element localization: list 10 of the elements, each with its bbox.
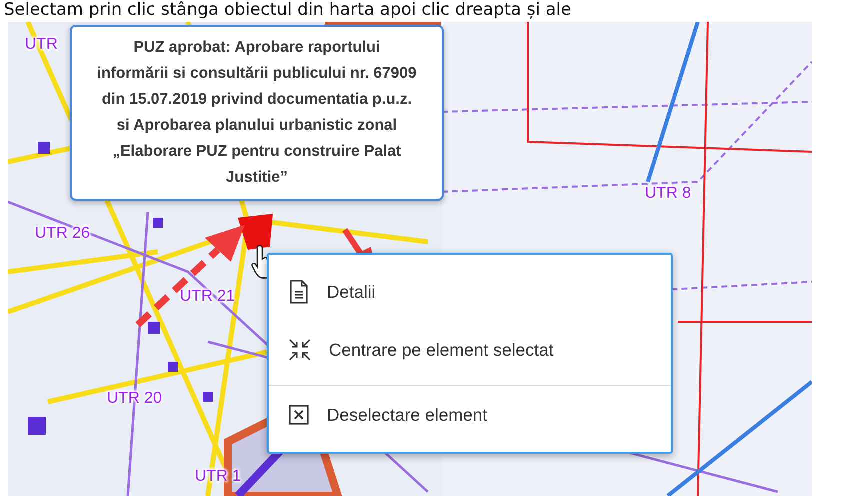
menu-item[interactable]: Deselectare element (269, 385, 671, 444)
close-icon (289, 405, 309, 425)
map-label: UTR 21 (180, 288, 236, 306)
center-icon (289, 339, 311, 361)
instruction-text: Selectam prin clic stânga obiectul din harta apoi clic dreapta și ale (3, 0, 572, 22)
map-label: UTR 8 (645, 185, 692, 203)
document-icon (289, 280, 309, 304)
menu-item[interactable]: Centrare pe element selectat (269, 321, 671, 379)
feature-tooltip: PUZ aprobat: Aprobare raportului informării si consultării publicului nr. 67909 din 15.07.2019 privind documentatia p.u.z. si Aprobarea planului urbanistic zonal „Elaborare PUZ pentru construire Palat Justitie” (70, 25, 444, 201)
menu-item[interactable]: Detalii (269, 263, 671, 321)
